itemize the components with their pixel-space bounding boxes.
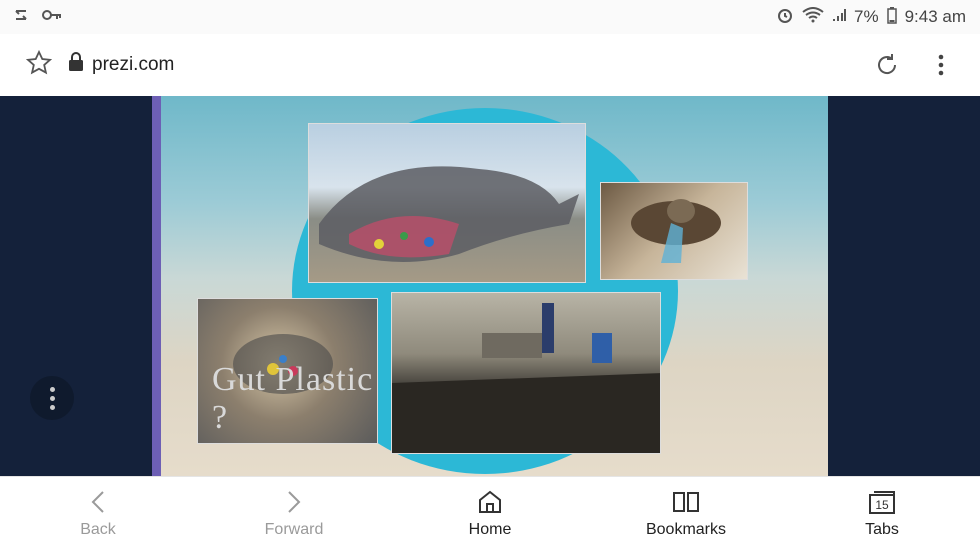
wifi-icon [802, 6, 824, 28]
nav-tabs[interactable]: 15 Tabs [784, 477, 980, 551]
alarm-icon [776, 6, 794, 29]
reload-icon[interactable] [874, 52, 900, 78]
status-bar: 7% 9:43 am [0, 0, 980, 34]
clock: 9:43 am [904, 7, 966, 26]
more-vertical-icon[interactable] [928, 52, 954, 78]
page-content: Gut Plastic ? [0, 96, 980, 476]
lock-icon [68, 52, 84, 78]
nav-tabs-label: Tabs [865, 521, 899, 538]
plastic-sorting-room-photo [391, 292, 661, 454]
nav-bookmarks-label: Bookmarks [645, 521, 727, 538]
turtle-plastic-photo [600, 182, 748, 280]
nav-home[interactable]: Home [392, 477, 588, 551]
chevron-right-icon [287, 489, 301, 515]
key-icon [42, 8, 62, 26]
url-text: prezi.com [92, 54, 175, 75]
nav-home-label: Home [468, 521, 512, 538]
nav-forward-label: Forward [264, 521, 324, 538]
signal-icon [832, 7, 846, 28]
slide-edge [152, 96, 161, 476]
book-icon [672, 489, 700, 515]
presentation-slide[interactable]: Gut Plastic ? [152, 96, 828, 476]
nav-bookmarks[interactable]: Bookmarks [588, 477, 784, 551]
tabs-count: 15 [875, 498, 889, 512]
browser-toolbar: prezi.com [0, 34, 980, 96]
battery-icon [886, 6, 897, 29]
chevron-left-icon [91, 489, 105, 515]
whale-plastic-photo [308, 123, 586, 283]
bottom-navigation: Back Forward Home Bookmarks 15 Tabs [0, 476, 980, 551]
home-icon [477, 489, 503, 515]
floating-menu-button[interactable] [30, 376, 74, 420]
nav-back[interactable]: Back [0, 477, 196, 551]
nav-forward[interactable]: Forward [196, 477, 392, 551]
bird-plastic-photo: Gut Plastic ? [197, 298, 378, 444]
bird-caption: Gut Plastic ? [212, 361, 374, 436]
battery-percent: 7% [853, 7, 879, 26]
nav-back-label: Back [80, 521, 116, 538]
address-bar[interactable]: prezi.com [68, 52, 174, 78]
tabs-icon: 15 [867, 489, 897, 515]
star-icon[interactable] [25, 49, 53, 81]
usb-transfer-icon [14, 7, 32, 28]
